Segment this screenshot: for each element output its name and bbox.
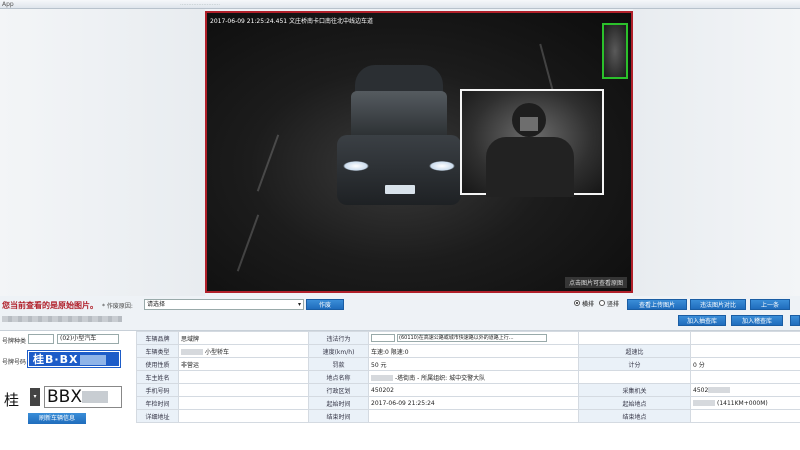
void-button[interactable]: 作废 xyxy=(306,299,344,310)
province-dropdown-icon[interactable]: ▾ xyxy=(30,388,40,406)
chevron-down-icon: ▾ xyxy=(297,301,301,308)
table-row: 详细地址 结束时间 结束地点 xyxy=(136,409,800,423)
vehicle-info-panel: 号牌种类 (02)小型汽车 号牌号码 桂B·BX 桂 ▾ BBX 刷新车辆信息 … xyxy=(0,330,800,450)
face-thumbnail[interactable] xyxy=(602,23,628,79)
car-plate-region xyxy=(385,185,415,194)
view-original-hint[interactable]: 点击图片可查看原图 xyxy=(564,277,627,288)
vehicle-info-table: 车辆品牌 思域牌 违法行为 (60110)在高速公路或城市快速路以外的道路上行.… xyxy=(136,331,800,423)
table-row: 使用性质 非营运 罚款 50 元 计分 0 分 xyxy=(136,357,800,371)
plate-type-code-field[interactable] xyxy=(28,334,54,344)
redacted-text xyxy=(2,316,122,322)
more-button[interactable] xyxy=(790,315,800,326)
void-reason-select[interactable]: 请选择 ▾ xyxy=(144,299,304,310)
table-row: 车辆品牌 思域牌 违法行为 (60110)在高速公路或城市快速路以外的道路上行.… xyxy=(136,331,800,345)
radio-vertical[interactable] xyxy=(599,300,605,306)
table-row: 年检时间 起始时间 2017-06-09 21:25:24 起始地点 (1411… xyxy=(136,396,800,410)
view-mode-prompt: 您当前查看的是原始图片。 xyxy=(2,301,98,310)
violation-photo[interactable]: 2017-06-09 21:25:24.451 文庄桥南卡口南往北中线边车道 点… xyxy=(205,11,633,293)
action-toolbar: 您当前查看的是原始图片。 * 作废原因: 请选择 ▾ 作废 横排 竖排 查看上传… xyxy=(0,296,800,330)
window-top-strip: App …………………… xyxy=(0,0,800,9)
plate-number-label: 号牌号码 xyxy=(2,359,27,366)
table-row: 车辆类型 小型轿车 速度(km/h) 车速:0 限速:0 超速比 xyxy=(136,344,800,358)
car-image xyxy=(337,65,461,213)
driver-closeup[interactable] xyxy=(460,89,604,197)
prev-button[interactable]: 上一条 xyxy=(750,299,790,310)
compare-button[interactable]: 违法图片对比 xyxy=(690,299,746,310)
radio-horizontal[interactable] xyxy=(574,300,580,306)
plate-image: 桂B·BX xyxy=(27,350,121,368)
plate-type-select[interactable]: (02)小型汽车 xyxy=(57,334,119,344)
plate-province: 桂 xyxy=(4,391,20,409)
table-row: 手机号码 行政区划 450202 采集机关 4502 xyxy=(136,383,800,397)
image-viewer: 2017-06-09 21:25:24.451 文庄桥南卡口南往北中线边车道 点… xyxy=(0,9,800,296)
void-reason-label: * 作废原因: xyxy=(102,303,133,310)
plate-type-label: 号牌种类 xyxy=(2,338,27,345)
app-title: App xyxy=(2,1,14,8)
photo-timestamp: 2017-06-09 21:25:24.451 文庄桥南卡口南往北中线边车道 xyxy=(210,18,373,25)
refresh-vehicle-button[interactable]: 刷新车辆信息 xyxy=(28,413,86,424)
plate-number-field[interactable]: BBX xyxy=(44,386,122,408)
add-check-button[interactable]: 加入抽查库 xyxy=(678,315,726,326)
radio-horizontal-label: 横排 xyxy=(582,301,595,308)
address-text: …………………… xyxy=(180,1,220,7)
add-review-button[interactable]: 加入稽查库 xyxy=(731,315,783,326)
view-upload-button[interactable]: 查看上传图片 xyxy=(627,299,687,310)
radio-vertical-label: 竖排 xyxy=(607,301,620,308)
table-row: 车主姓名 地点名称 -塔街南 - 所属组织: 城中交警大队 xyxy=(136,370,800,384)
